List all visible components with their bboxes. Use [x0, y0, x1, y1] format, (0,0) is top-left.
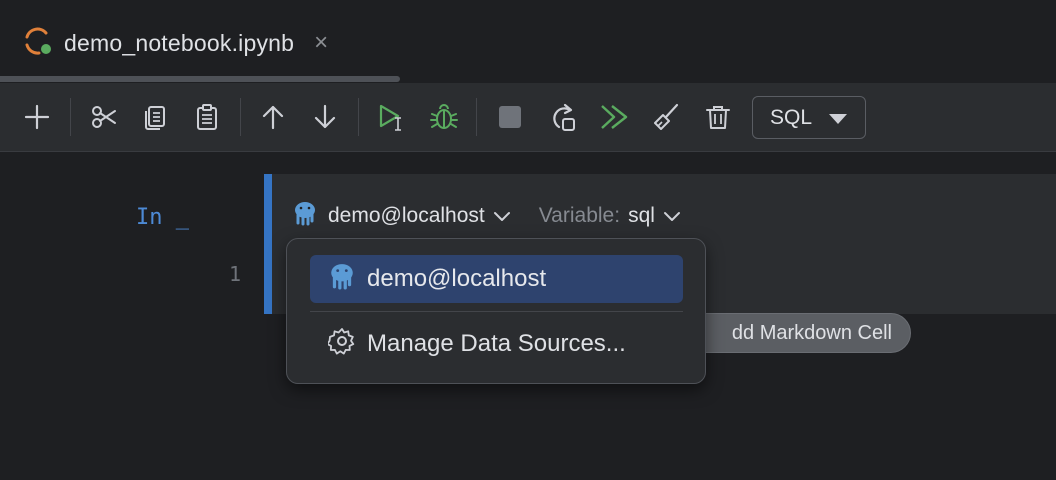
cut-cell-button[interactable]: [87, 100, 121, 134]
data-source-popup: demo@localhost Manage Data Sources...: [286, 238, 706, 384]
arrow-up-icon: [262, 105, 284, 130]
cell-type-label: SQL: [770, 105, 813, 129]
scissors-icon: [92, 106, 116, 128]
variable-selector[interactable]: sql: [628, 204, 655, 228]
chevron-down-icon[interactable]: [663, 210, 681, 222]
popup-item-label: demo@localhost: [367, 265, 547, 292]
toolbar-separator: [476, 98, 477, 136]
close-tab-icon[interactable]: ×: [314, 31, 328, 55]
notebook-toolbar: SQL: [0, 84, 1056, 152]
stop-icon: [499, 106, 521, 128]
clipboard-icon: [197, 104, 217, 130]
restart-icon: [553, 103, 575, 131]
line-number: 1: [229, 262, 242, 286]
jupyter-notebook-icon: [22, 26, 52, 61]
add-markdown-cell-label: dd Markdown Cell: [731, 321, 892, 344]
paste-cell-button[interactable]: [190, 100, 224, 134]
restart-kernel-button[interactable]: [546, 100, 580, 134]
popup-divider: [310, 311, 683, 312]
clear-outputs-button[interactable]: [649, 100, 683, 134]
tab-title: demo_notebook.ipynb: [64, 29, 295, 56]
gear-icon: [326, 327, 356, 362]
caret-down-icon: [829, 114, 847, 124]
move-down-button[interactable]: [308, 100, 342, 134]
cell-prompt: In _: [136, 205, 189, 230]
toolbar-separator: [70, 98, 71, 136]
copy-cell-button[interactable]: [138, 100, 172, 134]
toolbar-separator: [358, 98, 359, 136]
run-all-button[interactable]: [597, 100, 631, 134]
bug-icon: [430, 104, 458, 129]
stop-button[interactable]: [493, 100, 527, 134]
popup-item-manage-data-sources[interactable]: Manage Data Sources...: [310, 321, 683, 367]
broom-icon: [654, 103, 679, 130]
notebook-tab[interactable]: demo_notebook.ipynb ×: [22, 26, 328, 60]
arrow-down-icon: [314, 104, 336, 129]
delete-cell-button[interactable]: [701, 100, 735, 134]
plus-icon: [24, 104, 50, 130]
trash-icon: [706, 106, 730, 129]
data-source-selector[interactable]: demo@localhost: [328, 204, 485, 228]
postgresql-elephant-icon: [328, 262, 356, 297]
run-all-icon: [601, 105, 628, 129]
variable-label: Variable:: [538, 204, 621, 227]
add-cell-button[interactable]: [20, 100, 54, 134]
editor-tab-bar: demo_notebook.ipynb ×: [0, 0, 1056, 83]
chevron-down-icon[interactable]: [493, 210, 511, 222]
popup-item-label: Manage Data Sources...: [367, 330, 626, 357]
cell-header: demo@localhost Variable: sql: [292, 200, 681, 232]
toolbar-separator: [240, 98, 241, 136]
postgresql-elephant-icon: [292, 200, 318, 232]
move-up-button[interactable]: [256, 100, 290, 134]
tab-scroll-indicator: [0, 76, 400, 82]
cell-type-select[interactable]: SQL: [752, 96, 866, 139]
copy-icon: [145, 106, 165, 130]
run-cursor-icon: [379, 104, 401, 131]
run-cell-button[interactable]: [376, 100, 410, 134]
popup-item-data-source[interactable]: demo@localhost: [310, 255, 683, 303]
debug-cell-button[interactable]: [427, 100, 461, 134]
